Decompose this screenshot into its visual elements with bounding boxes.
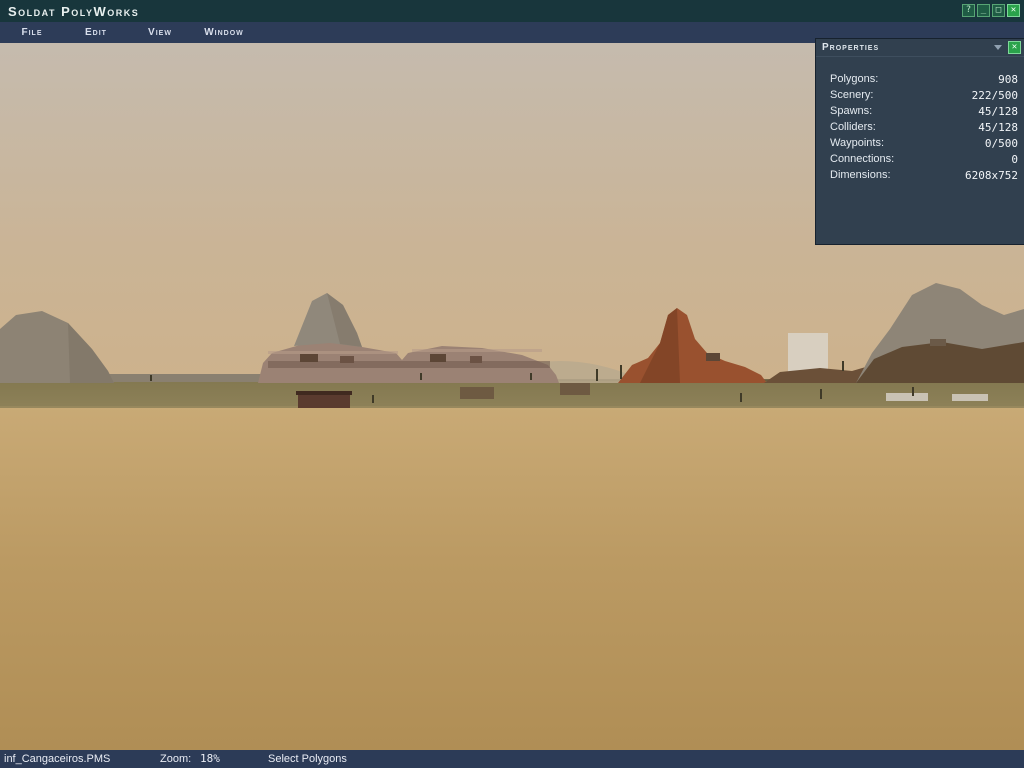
properties-panel-titlebar[interactable]: Properties ✕ — [816, 39, 1024, 57]
property-row: Colliders: 45/128 — [816, 119, 1024, 135]
titlebar[interactable]: Soldat PolyWorks ? _ □ ✕ — [0, 0, 1024, 23]
property-value: 45/128 — [978, 121, 1018, 134]
panel-close-icon[interactable]: ✕ — [1008, 41, 1021, 54]
desert-ground — [0, 405, 1024, 750]
menu-edit[interactable]: Edit — [64, 27, 128, 38]
property-row: Connections: 0 — [816, 151, 1024, 167]
window-controls: ? _ □ ✕ — [962, 4, 1020, 17]
property-row: Dimensions: 6208x752 — [816, 167, 1024, 183]
property-label: Spawns: — [830, 105, 872, 117]
property-label: Colliders: — [830, 121, 876, 133]
properties-panel[interactable]: Properties ✕ Polygons: 908 Scenery: 222/… — [815, 38, 1024, 245]
property-value: 222/500 — [972, 89, 1018, 102]
property-row: Spawns: 45/128 — [816, 103, 1024, 119]
polyworks-window: { "window": { "title": "Soldat PolyWorks… — [0, 0, 1024, 768]
property-row: Waypoints: 0/500 — [816, 135, 1024, 151]
property-label: Dimensions: — [830, 169, 891, 181]
property-row: Scenery: 222/500 — [816, 87, 1024, 103]
properties-rows: Polygons: 908 Scenery: 222/500 Spawns: 4… — [816, 57, 1024, 183]
property-value: 45/128 — [978, 105, 1018, 118]
property-value: 0 — [1011, 153, 1018, 166]
property-label: Polygons: — [830, 73, 878, 85]
zoom-value: 18% — [200, 750, 220, 768]
property-value: 6208x752 — [965, 169, 1018, 182]
minimize-icon[interactable]: _ — [977, 4, 990, 17]
zoom-label: Zoom: — [160, 750, 191, 768]
menu-file[interactable]: File — [0, 27, 64, 38]
menu-window[interactable]: Window — [192, 27, 256, 38]
ground-strip — [0, 380, 1024, 408]
property-value: 908 — [998, 73, 1018, 86]
property-label: Waypoints: — [830, 137, 884, 149]
statusbar: inf_Cangaceiros.PMS Zoom: 18% Select Pol… — [0, 750, 1024, 768]
property-value: 0/500 — [985, 137, 1018, 150]
close-icon[interactable]: ✕ — [1007, 4, 1020, 17]
property-label: Connections: — [830, 153, 894, 165]
menu-view[interactable]: View — [128, 27, 192, 38]
property-row: Polygons: 908 — [816, 71, 1024, 87]
chevron-down-icon[interactable] — [994, 45, 1002, 50]
help-icon[interactable]: ? — [962, 4, 975, 17]
property-label: Scenery: — [830, 89, 873, 101]
properties-panel-title: Properties — [816, 42, 879, 53]
current-filename: inf_Cangaceiros.PMS — [4, 750, 110, 768]
maximize-icon[interactable]: □ — [992, 4, 1005, 17]
tool-mode-label: Select Polygons — [268, 750, 347, 768]
window-title: Soldat PolyWorks — [0, 4, 139, 19]
